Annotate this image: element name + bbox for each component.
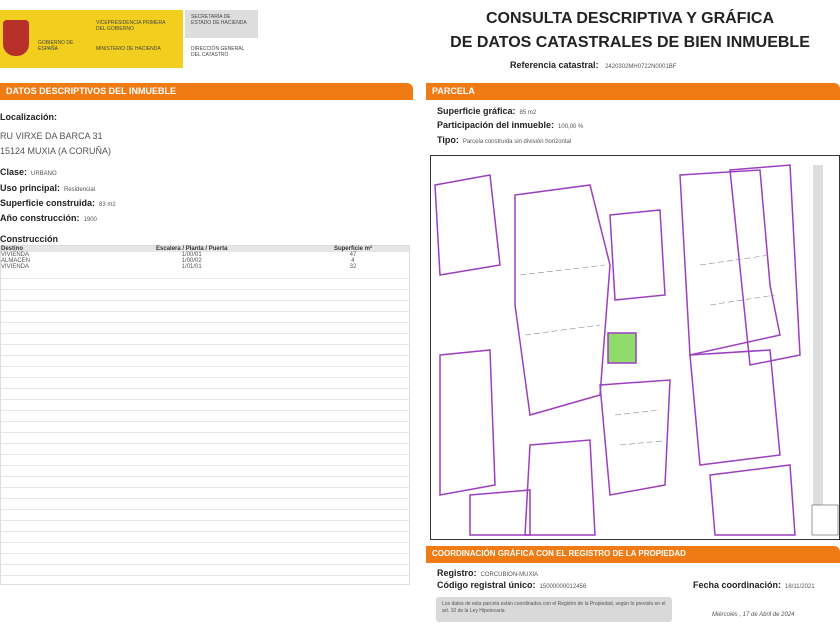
- construccion-table: Destino Escalera / Planta / Puerta Super…: [1, 246, 409, 270]
- coat-of-arms-icon: [3, 20, 29, 56]
- highlighted-parcel: [607, 332, 637, 364]
- gov-label: GOBIERNO DE ESPAÑA: [38, 40, 74, 52]
- secretary-box: SECRETARÍA DE ESTADO DE HACIENDA: [185, 10, 258, 38]
- anio-field: Año construcción: 1900: [0, 213, 97, 223]
- registro-field: Registro: CORCUBION-MUXIA: [437, 568, 539, 578]
- sup-grafica-field: Superficie gráfica: 85 m2: [437, 106, 537, 116]
- ref-catastral: Referencia catastral: 2420302MH0722N0001…: [510, 60, 676, 70]
- page-title-2: DE DATOS CATASTRALES DE BIEN INMUEBLE: [450, 34, 810, 51]
- fecha-coord-field: Fecha coordinación: 18/11/2021: [693, 580, 815, 590]
- construccion-table-box: Destino Escalera / Planta / Puerta Super…: [0, 245, 410, 585]
- cru-field: Código registral único: 15000000012456: [437, 580, 587, 590]
- table-row: VIVIENDA 1/01/01 32: [1, 264, 357, 270]
- construccion-label: Construcción: [0, 234, 59, 244]
- ministry-label: MINISTERIO DE HACIENDA: [96, 46, 161, 52]
- page-title-1: CONSULTA DESCRIPTIVA Y GRÁFICA: [485, 10, 774, 27]
- datos-band: DATOS DESCRIPTIVOS DEL INMUEBLE: [0, 83, 413, 100]
- cadastral-map[interactable]: [430, 155, 840, 540]
- government-logo: GOBIERNO DE ESPAÑA VICEPRESIDENCIA PRIME…: [0, 10, 183, 68]
- direction-label: DIRECCIÓN GENERAL DEL CATASTRO: [191, 46, 245, 58]
- secretary-label: SECRETARÍA DE ESTADO DE HACIENDA: [191, 14, 247, 26]
- map-scale-box: [811, 504, 839, 536]
- coord-band: COORDINACIÓN GRÁFICA CON EL REGISTRO DE …: [426, 546, 840, 563]
- ref-value: 2420302MH0722N0001BF: [605, 64, 677, 70]
- loc-line1: RU VIRXE DA BARCA 31: [0, 131, 103, 141]
- loc-label: Localización:: [0, 112, 58, 122]
- parcela-band: PARCELA: [426, 83, 840, 100]
- superficie-field: Superficie construida: 83 m2: [0, 198, 116, 208]
- document-date: Miércoles , 17 de Abril de 2024: [712, 612, 795, 618]
- coord-note: Los datos de esta parcela están coordina…: [436, 597, 672, 622]
- uso-field: Uso principal: Residencial: [0, 183, 96, 193]
- participacion-field: Participación del inmueble: 100,00 %: [437, 120, 584, 130]
- tipo-field: Tipo: Parcela construida sin división hor…: [437, 135, 572, 145]
- vice-label: VICEPRESIDENCIA PRIMERA DEL GOBIERNO: [96, 20, 166, 32]
- clase-field: Clase: URBANO: [0, 167, 57, 177]
- ref-label: Referencia catastral:: [510, 60, 599, 70]
- loc-line2: 15124 MUXIA (A CORUÑA): [0, 146, 112, 156]
